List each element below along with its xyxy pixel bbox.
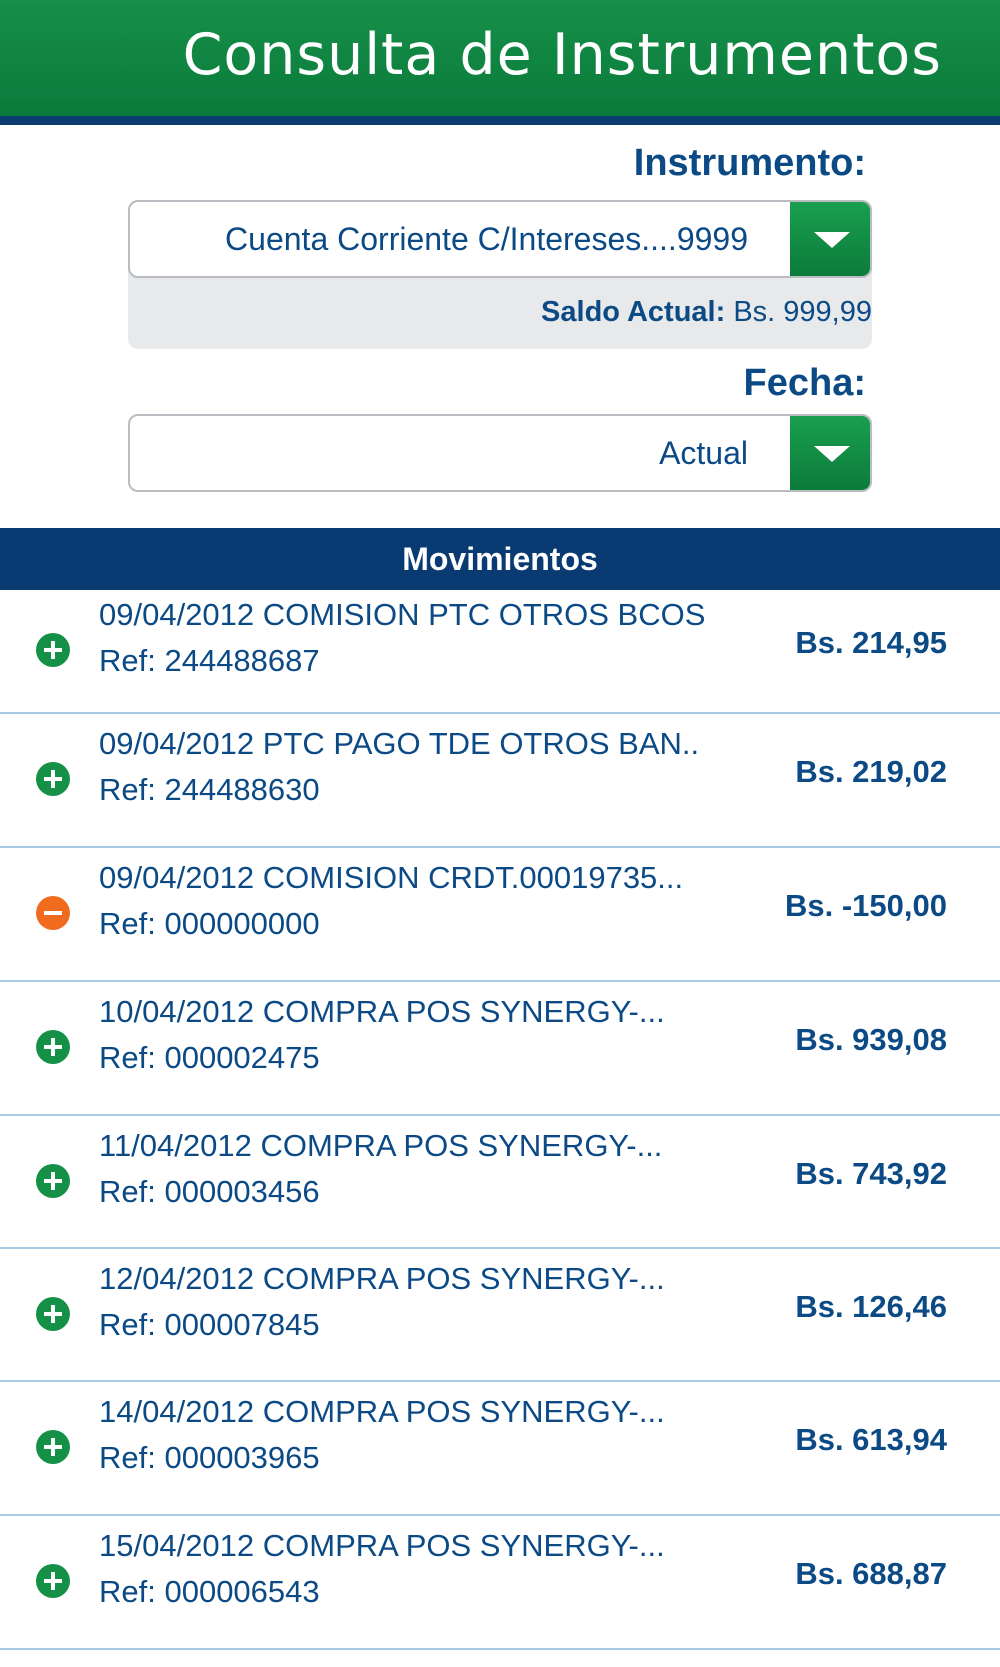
chevron-down-icon [814, 232, 850, 248]
movement-description: 10/04/2012 COMPRA POS SYNERGY-... [99, 994, 665, 1029]
plus-circle-icon [36, 762, 70, 796]
fecha-label: Fecha: [743, 362, 866, 404]
movement-row[interactable]: 09/04/2012 COMISION PTC OTROS BCOS Ref: 2… [0, 590, 1000, 714]
movement-row[interactable]: 09/04/2012 PTC PAGO TDE OTROS BAN.. Ref: … [0, 714, 1000, 848]
movement-amount: Bs. 743,92 [795, 1156, 947, 1191]
movement-reference: Ref: 000003456 [99, 1174, 320, 1209]
movement-description: 15/04/2012 COMPRA POS SYNERGY-... [99, 1528, 665, 1563]
movement-row[interactable]: 14/04/2012 COMPRA POS SYNERGY-... Ref: 00… [0, 1382, 1000, 1516]
movement-description: 09/04/2012 COMISION PTC OTROS BCOS [99, 597, 706, 632]
header-divider [0, 116, 1000, 125]
movement-amount: Bs. 688,87 [795, 1556, 947, 1591]
instrumento-dropdown-button[interactable] [790, 202, 870, 276]
movement-row[interactable]: 11/04/2012 COMPRA POS SYNERGY-... Ref: 00… [0, 1116, 1000, 1249]
instrumento-select[interactable]: Cuenta Corriente C/Intereses....9999 [128, 200, 872, 278]
plus-circle-icon [36, 633, 70, 667]
movement-description: 09/04/2012 PTC PAGO TDE OTROS BAN.. [99, 726, 700, 761]
fecha-select-value: Actual [659, 435, 748, 471]
plus-circle-icon [36, 1164, 70, 1198]
chevron-down-icon [814, 446, 850, 462]
instrumento-select-value: Cuenta Corriente C/Intereses....9999 [225, 221, 748, 257]
movement-reference: Ref: 000003965 [99, 1440, 320, 1475]
movement-reference: Ref: 000000000 [99, 906, 320, 941]
saldo-actual: Saldo Actual: Bs. 999,99 [541, 296, 872, 329]
movement-description: 11/04/2012 COMPRA POS SYNERGY-... [99, 1128, 663, 1163]
plus-circle-icon [36, 1430, 70, 1464]
movement-amount: Bs. 126,46 [795, 1289, 947, 1324]
minus-circle-icon [36, 896, 70, 930]
instrumento-label: Instrumento: [633, 142, 866, 184]
movement-reference: Ref: 244488687 [99, 643, 320, 678]
app-header: Consulta de Instrumentos [0, 0, 1000, 116]
movement-row[interactable]: 10/04/2012 COMPRA POS SYNERGY-... Ref: 00… [0, 982, 1000, 1116]
fecha-dropdown-button[interactable] [790, 416, 870, 490]
saldo-value: Bs. 999,99 [733, 296, 872, 328]
plus-circle-icon [36, 1564, 70, 1598]
movement-amount: Bs. 939,08 [795, 1022, 947, 1057]
movement-row[interactable]: 09/04/2012 COMISION CRDT.00019735... Ref:… [0, 848, 1000, 982]
movement-row[interactable]: 15/04/2012 COMPRA POS SYNERGY-... Ref: 00… [0, 1516, 1000, 1650]
movement-reference: Ref: 000007845 [99, 1307, 320, 1342]
movement-amount: Bs. -150,00 [785, 888, 947, 923]
movement-reference: Ref: 244488630 [99, 772, 320, 807]
movimientos-header: Movimientos [0, 528, 1000, 590]
movement-amount: Bs. 613,94 [795, 1422, 947, 1457]
saldo-label: Saldo Actual: [541, 296, 726, 328]
movement-description: 09/04/2012 COMISION CRDT.00019735... [99, 860, 684, 895]
movement-reference: Ref: 000006543 [99, 1574, 320, 1609]
movement-description: 12/04/2012 COMPRA POS SYNERGY-... [99, 1261, 665, 1296]
page-title: Consulta de Instrumentos [182, 22, 942, 88]
movement-amount: Bs. 214,95 [795, 625, 947, 660]
plus-circle-icon [36, 1297, 70, 1331]
plus-circle-icon [36, 1030, 70, 1064]
movement-description: 14/04/2012 COMPRA POS SYNERGY-... [99, 1394, 665, 1429]
movement-reference: Ref: 000002475 [99, 1040, 320, 1075]
movement-amount: Bs. 219,02 [795, 754, 947, 789]
fecha-select[interactable]: Actual [128, 414, 872, 492]
movement-row[interactable]: 12/04/2012 COMPRA POS SYNERGY-... Ref: 00… [0, 1249, 1000, 1382]
